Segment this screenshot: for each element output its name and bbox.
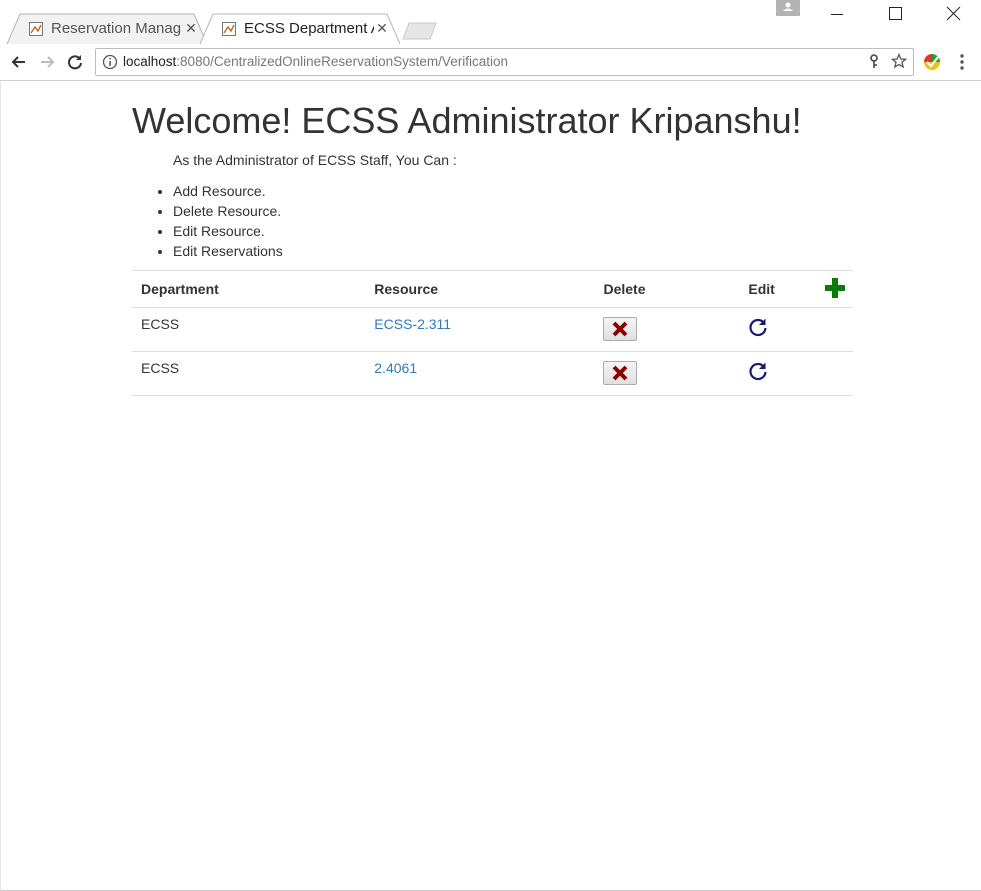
key-icon[interactable] xyxy=(868,54,880,70)
tab-close-icon[interactable]: ✕ xyxy=(183,19,199,36)
tab-title: Reservation Manage xyxy=(51,20,181,37)
delete-x-icon xyxy=(613,321,628,337)
column-header-department: Department xyxy=(132,270,366,308)
list-item: Edit Reservations xyxy=(173,241,283,261)
new-tab-button[interactable] xyxy=(402,22,438,40)
maximize-icon[interactable] xyxy=(866,0,924,30)
resources-table: Department Resource Delete Edit ECSS ECS… xyxy=(132,270,853,396)
column-header-edit: Edit xyxy=(739,270,816,308)
window-close-icon[interactable] xyxy=(923,0,981,30)
browser-toolbar: localhost:8080/CentralizedOnlineReservat… xyxy=(0,44,981,81)
reload-icon[interactable] xyxy=(63,50,87,74)
resource-link[interactable]: 2.4061 xyxy=(374,360,417,376)
list-item: Add Resource. xyxy=(173,181,283,201)
edit-refresh-icon[interactable] xyxy=(748,361,768,381)
column-header-delete: Delete xyxy=(594,270,740,308)
delete-button[interactable] xyxy=(603,317,638,341)
resource-link[interactable]: ECSS-2.311 xyxy=(374,316,451,332)
column-header-resource: Resource xyxy=(365,270,595,308)
department-cell: ECSS xyxy=(132,307,366,352)
table-row: ECSS 2.4061 xyxy=(132,351,853,396)
table-header-row: Department Resource Delete Edit xyxy=(132,270,853,308)
tab-title: ECSS Department A xyxy=(244,20,374,37)
intro-text: As the Administrator of ECSS Staff, You … xyxy=(173,152,457,168)
list-item: Delete Resource. xyxy=(173,201,283,221)
delete-x-icon xyxy=(613,365,628,381)
forward-arrow-icon[interactable] xyxy=(35,50,59,74)
profile-icon[interactable] xyxy=(776,0,800,16)
tab-strip: Reservation Manage ✕ ECSS Department A ✕ xyxy=(0,0,981,44)
resource-cell: 2.4061 xyxy=(365,351,595,396)
bookmark-star-icon[interactable] xyxy=(891,53,907,69)
address-bar[interactable]: localhost:8080/CentralizedOnlineReservat… xyxy=(95,48,914,76)
info-icon[interactable] xyxy=(102,54,118,70)
tab-ecss-department[interactable]: ECSS Department A ✕ xyxy=(200,13,400,44)
add-cell xyxy=(816,270,853,308)
abilities-list: Add Resource. Delete Resource. Edit Reso… xyxy=(132,181,283,261)
empty-cell xyxy=(816,307,853,352)
table-row: ECSS ECSS-2.311 xyxy=(132,307,853,352)
url-text: localhost:8080/CentralizedOnlineReservat… xyxy=(123,54,508,69)
resource-cell: ECSS-2.311 xyxy=(365,307,595,352)
list-item: Edit Resource. xyxy=(173,221,283,241)
add-resource-plus-icon[interactable] xyxy=(825,277,845,298)
empty-cell xyxy=(816,351,853,396)
edit-cell xyxy=(739,307,816,352)
page-favicon-icon xyxy=(29,22,43,36)
delete-cell xyxy=(594,351,740,396)
page-favicon-icon xyxy=(222,22,236,36)
minimize-icon[interactable] xyxy=(808,0,866,30)
page-title: Welcome! ECSS Administrator Kripanshu! xyxy=(132,100,802,141)
department-cell: ECSS xyxy=(132,351,366,396)
tab-reservation-manager[interactable]: Reservation Manage ✕ xyxy=(7,13,207,44)
delete-button[interactable] xyxy=(603,361,638,385)
extension-icon[interactable] xyxy=(922,52,942,72)
more-menu-icon[interactable] xyxy=(958,53,966,71)
back-arrow-icon[interactable] xyxy=(7,50,31,74)
edit-cell xyxy=(739,351,816,396)
edit-refresh-icon[interactable] xyxy=(748,317,768,337)
delete-cell xyxy=(594,307,740,352)
tab-close-icon[interactable]: ✕ xyxy=(374,19,390,36)
page-content: Welcome! ECSS Administrator Kripanshu! A… xyxy=(0,81,981,891)
